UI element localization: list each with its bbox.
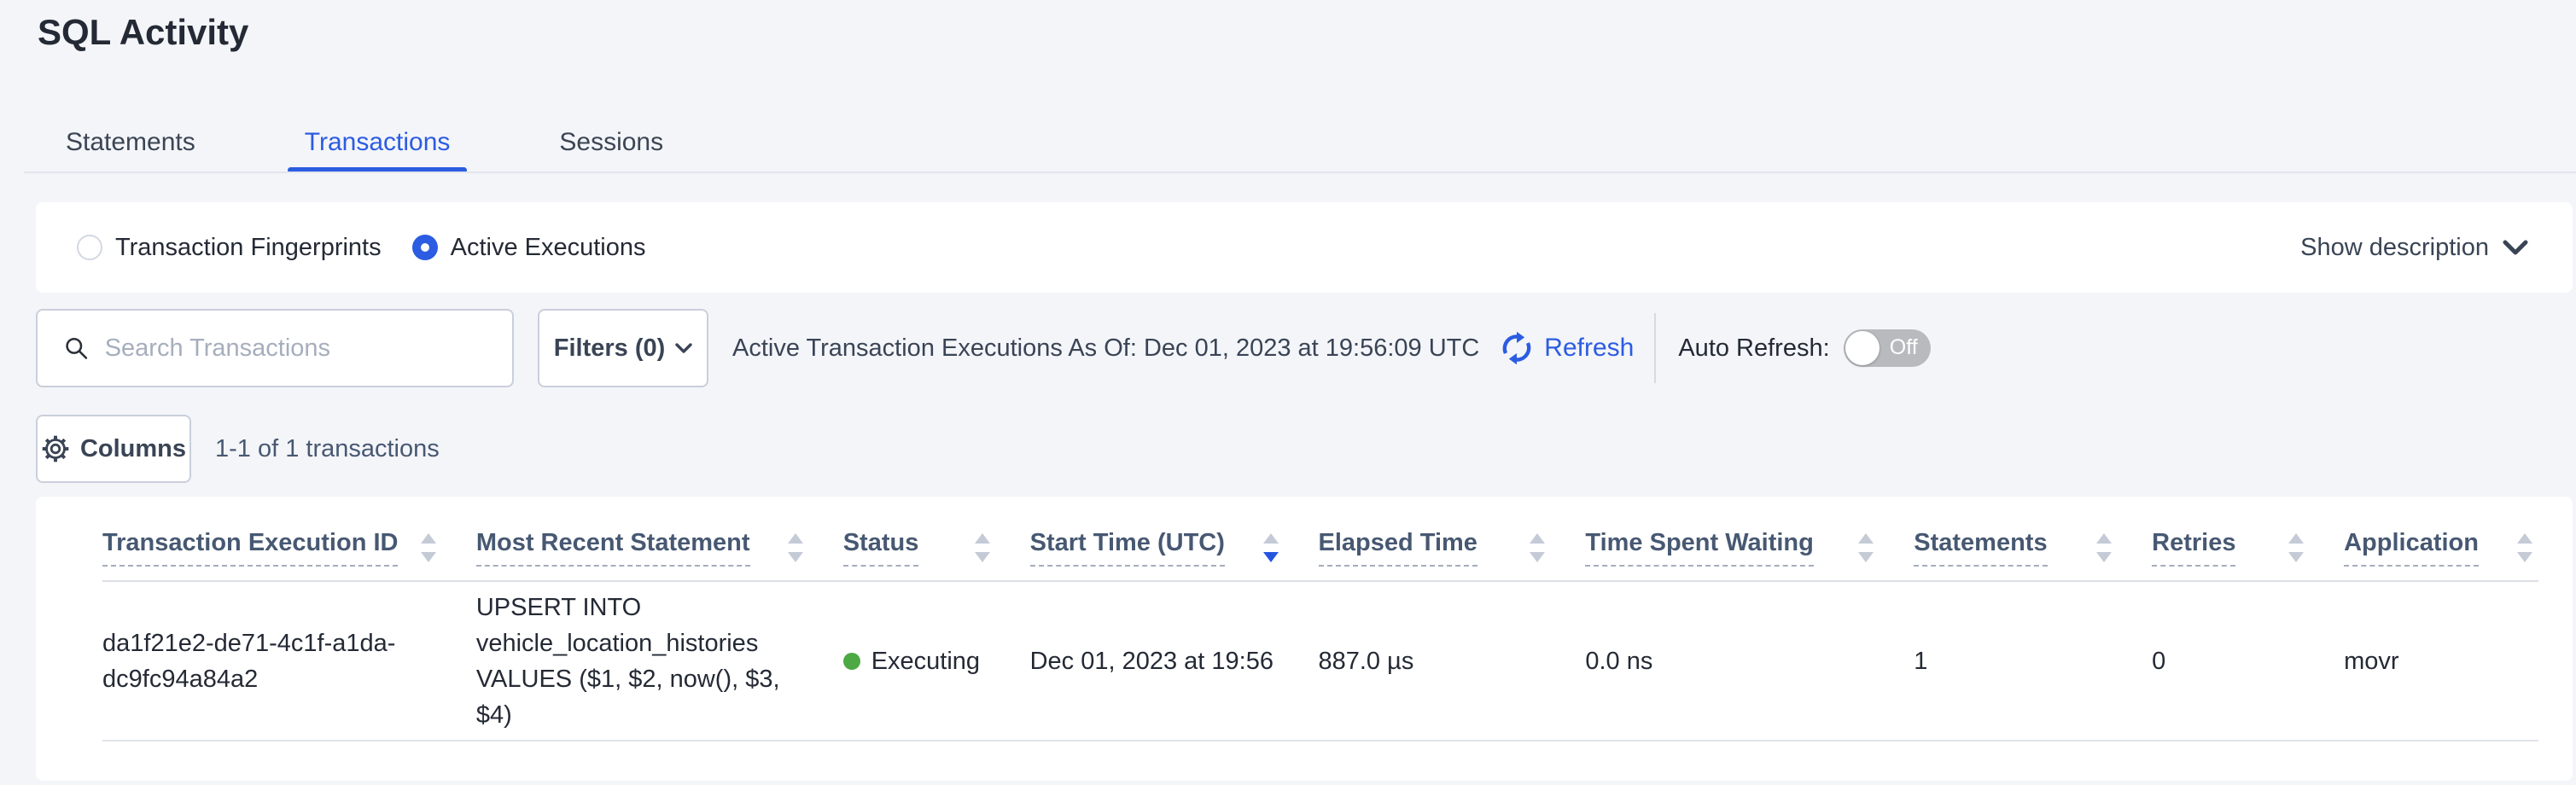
auto-refresh-label: Auto Refresh: <box>1678 334 1829 363</box>
as-of-text: Active Transaction Executions As Of: Dec… <box>732 334 1479 363</box>
chevron-down-icon <box>2503 240 2528 255</box>
column-header-application[interactable]: Application <box>2344 529 2538 567</box>
column-header-elapsed-time[interactable]: Elapsed Time <box>1319 529 1586 567</box>
table-header-row: Transaction Execution ID Most Recent Sta… <box>102 497 2538 582</box>
cell-retries: 0 <box>2152 643 2344 679</box>
sort-desc-active-icon[interactable] <box>1262 532 1279 564</box>
refresh-icon <box>1500 331 1534 365</box>
cell-statements: 1 <box>1914 643 2152 679</box>
radio-label: Transaction Fingerprints <box>115 234 382 262</box>
page-title: SQL Activity <box>38 12 248 53</box>
status-label: Executing <box>871 643 980 679</box>
cell-most-recent-statement: UPSERT INTO vehicle_location_histories V… <box>476 590 843 733</box>
radio-label: Active Executions <box>451 234 646 262</box>
sort-icon[interactable] <box>2288 532 2305 564</box>
column-header-retries[interactable]: Retries <box>2152 529 2344 567</box>
radio-selected-icon[interactable] <box>412 235 438 260</box>
column-header-statements[interactable]: Statements <box>1914 529 2152 567</box>
tab-bar-divider <box>24 172 2576 173</box>
toggle-state-label: Off <box>1890 335 1918 360</box>
radio-active-executions[interactable]: Active Executions <box>412 234 646 262</box>
column-header-time-spent-waiting[interactable]: Time Spent Waiting <box>1585 529 1914 567</box>
column-header-status[interactable]: Status <box>843 529 1030 567</box>
columns-button[interactable]: Columns <box>36 415 191 483</box>
result-count: 1-1 of 1 transactions <box>215 435 440 463</box>
radio-transaction-fingerprints[interactable]: Transaction Fingerprints <box>77 234 382 262</box>
search-icon <box>63 334 90 363</box>
cell-time-spent-waiting: 0.0 ns <box>1585 643 1914 679</box>
sort-icon[interactable] <box>420 532 437 564</box>
search-input-wrapper[interactable] <box>36 309 514 387</box>
radio-unselected-icon[interactable] <box>77 235 102 260</box>
sort-icon[interactable] <box>1857 532 1874 564</box>
gear-icon <box>41 434 70 463</box>
show-description-label: Show description <box>2300 234 2489 262</box>
cell-application: movr <box>2344 643 2538 679</box>
sql-activity-page: SQL Activity Statements Transactions Ses… <box>0 0 2576 785</box>
status-executing-dot-icon <box>843 653 860 670</box>
tab-transactions[interactable]: Transactions <box>288 115 468 173</box>
vertical-divider <box>1654 313 1656 383</box>
show-description-toggle[interactable]: Show description <box>2300 234 2528 262</box>
sort-icon[interactable] <box>2095 532 2113 564</box>
column-header-most-recent-statement[interactable]: Most Recent Statement <box>476 529 843 567</box>
sort-icon[interactable] <box>2516 532 2533 564</box>
columns-button-label: Columns <box>80 435 186 463</box>
table-row: da1f21e2-de71-4c1f-a1da-dc9fc94a84a2 UPS… <box>102 582 2538 741</box>
view-mode-card: Transaction Fingerprints Active Executio… <box>36 202 2573 293</box>
filters-button-label: Filters (0) <box>554 334 666 363</box>
cell-elapsed-time: 887.0 µs <box>1318 643 1585 679</box>
tab-sessions[interactable]: Sessions <box>542 115 680 173</box>
cell-status: Executing <box>843 643 1030 679</box>
toggle-knob[interactable] <box>1845 331 1880 365</box>
search-input[interactable] <box>105 334 492 363</box>
refresh-label: Refresh <box>1544 334 1634 363</box>
tab-bar: Statements Transactions Sessions <box>49 115 755 173</box>
sort-icon[interactable] <box>1529 532 1546 564</box>
cell-transaction-execution-id: da1f21e2-de71-4c1f-a1da-dc9fc94a84a2 <box>102 625 476 697</box>
table-toolbar: Columns 1-1 of 1 transactions <box>36 415 440 483</box>
filters-button[interactable]: Filters (0) <box>538 309 708 387</box>
tab-statements[interactable]: Statements <box>49 115 213 173</box>
transactions-table-card: Transaction Execution ID Most Recent Sta… <box>36 497 2573 781</box>
column-header-transaction-execution-id[interactable]: Transaction Execution ID <box>102 529 476 567</box>
controls-row: Filters (0) Active Transaction Execution… <box>36 309 1931 387</box>
chevron-down-icon <box>675 343 692 354</box>
sort-icon[interactable] <box>787 532 804 564</box>
auto-refresh-toggle[interactable]: Off <box>1844 329 1931 367</box>
cell-start-time: Dec 01, 2023 at 19:56 <box>1030 643 1319 679</box>
column-header-start-time[interactable]: Start Time (UTC) <box>1030 529 1319 567</box>
sort-icon[interactable] <box>974 532 991 564</box>
refresh-button[interactable]: Refresh <box>1500 331 1634 365</box>
